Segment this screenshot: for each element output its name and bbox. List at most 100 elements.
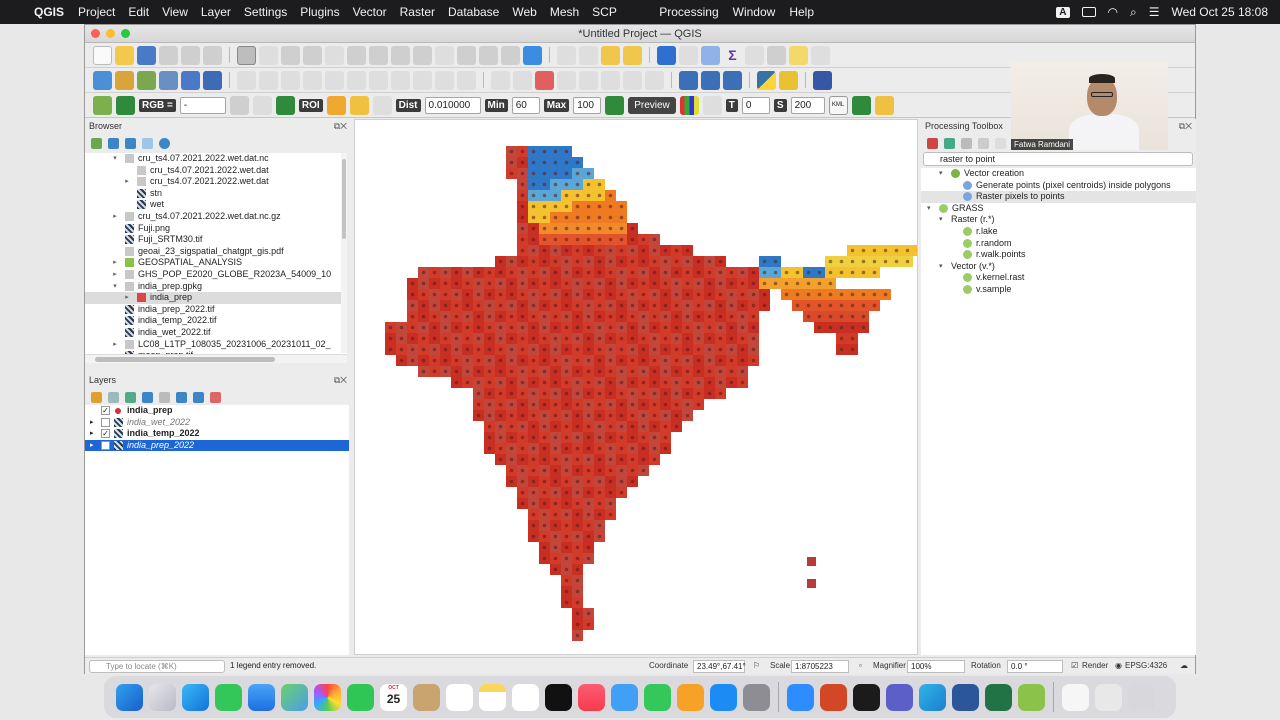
layer-style-icon[interactable] (91, 391, 102, 403)
browser-item[interactable]: ▸ india_prep (85, 292, 347, 304)
roi-redo-icon[interactable] (372, 95, 392, 115)
text-annotation-icon[interactable] (767, 45, 786, 65)
apple-tv-icon[interactable] (545, 683, 572, 711)
layer-visibility-checkbox[interactable]: ✓ (101, 406, 110, 415)
menu-scp[interactable]: SCP (592, 5, 617, 19)
browser-item[interactable]: ▸ cru_ts4.07.2021.2022.wet.dat.nc.gz (85, 211, 347, 223)
paste-icon[interactable] (413, 70, 432, 90)
control-center-icon[interactable]: ☰ (1149, 5, 1160, 19)
system-settings-icon[interactable] (743, 683, 770, 711)
music-icon[interactable] (578, 683, 605, 711)
edit-features-icon[interactable] (995, 137, 1006, 149)
facetime-icon[interactable] (347, 683, 374, 711)
web-service-icon[interactable] (701, 70, 720, 90)
expand-arrow-icon[interactable]: ▸ (111, 211, 119, 223)
toggle-editing-icon[interactable] (237, 70, 256, 90)
messages-icon[interactable]: ☁ (1180, 661, 1188, 670)
mail-icon[interactable] (248, 683, 275, 711)
cut-icon[interactable] (369, 70, 388, 90)
expand-arrow-icon[interactable]: ▸ (123, 292, 131, 304)
label-tool-icon[interactable] (491, 70, 510, 90)
processing-item[interactable]: ▾ Vector (v.*) (921, 261, 1196, 273)
finder-icon[interactable] (116, 683, 143, 711)
add-wms-icon[interactable] (203, 70, 222, 90)
min-input[interactable]: 60 (511, 96, 540, 114)
collapse-all-icon[interactable] (142, 137, 153, 149)
rotation-spinbox[interactable]: 0.0 ° (1007, 660, 1063, 673)
browser-vertical-scrollbar[interactable] (341, 153, 347, 353)
expand-arrow-icon[interactable]: ▸ (90, 428, 94, 440)
menu-processing[interactable]: Processing (659, 5, 718, 19)
magnifier-spinbox[interactable]: 100% (907, 660, 965, 673)
lock-icon[interactable]: ▫ (859, 661, 862, 670)
kml-icon[interactable]: KML (828, 95, 848, 115)
scp-zoom-icon[interactable] (116, 95, 135, 115)
processing-item[interactable]: r.random (921, 238, 1196, 250)
redo-icon[interactable] (457, 70, 476, 90)
maps-icon[interactable] (281, 683, 308, 711)
map-tips-icon[interactable] (789, 45, 808, 65)
save-as-icon[interactable] (159, 45, 178, 65)
expand-arrow-icon[interactable]: ▾ (927, 203, 931, 215)
browser-item[interactable]: Fuji.png (85, 223, 347, 235)
t-input[interactable]: 0 (741, 96, 770, 114)
copy-icon[interactable] (391, 70, 410, 90)
print-layout-icon[interactable] (181, 45, 200, 65)
layer-visibility-checkbox[interactable] (101, 417, 110, 427)
app-menu[interactable]: QGIS (34, 5, 64, 19)
expand-arrow-icon[interactable]: ▾ (939, 261, 943, 273)
data-source-manager-icon[interactable] (93, 70, 112, 90)
layer-item[interactable]: ▸ ✓ india_temp_2022 (85, 428, 349, 440)
menu-view[interactable]: View (162, 5, 188, 19)
panel-float-close-icon[interactable]: ⧉✕ (334, 121, 347, 132)
processing-item[interactable]: r.lake (921, 226, 1196, 238)
battery-icon[interactable] (1081, 7, 1096, 17)
filter-icon[interactable] (125, 137, 136, 149)
pan-to-selection-icon[interactable] (259, 45, 278, 65)
minimize-window-button[interactable] (106, 29, 115, 38)
notes-icon[interactable] (479, 683, 506, 711)
photos-icon[interactable] (314, 683, 341, 711)
reminders-icon[interactable] (446, 683, 473, 711)
attribute-table-icon[interactable] (679, 45, 698, 65)
browser-item[interactable]: ▾ india_prep.gpkg (85, 281, 347, 293)
digitize-icon[interactable] (303, 70, 322, 90)
menu-project[interactable]: Project (78, 5, 115, 19)
browser-item[interactable]: ▸ cru_ts4.07.2021.2022.wet.dat (85, 176, 347, 188)
expand-arrow-icon[interactable]: ▸ (111, 339, 119, 351)
messages-icon[interactable] (215, 683, 242, 711)
processing-gear-icon[interactable] (701, 45, 720, 65)
temporal-icon[interactable] (501, 45, 520, 65)
help-icon[interactable] (813, 70, 832, 90)
map-canvas[interactable] (354, 119, 918, 655)
browser-item[interactable]: cru_ts4.07.2021.2022.wet.dat (85, 165, 347, 177)
zoom-icon[interactable] (787, 683, 814, 711)
panel-float-close-icon[interactable]: ⧉✕ (334, 375, 347, 386)
locator-input[interactable]: Type to locate (⌘K) (89, 660, 225, 673)
layer-visibility-checkbox[interactable] (101, 440, 110, 450)
vertex-tool-icon[interactable] (325, 70, 344, 90)
safari-icon[interactable] (182, 683, 209, 711)
menu-help[interactable]: Help (789, 5, 814, 19)
menu-settings[interactable]: Settings (244, 5, 287, 19)
preview-button[interactable]: Preview (628, 96, 676, 114)
max-input[interactable]: 100 (573, 96, 602, 114)
rgb-up-icon[interactable] (252, 95, 272, 115)
search-icon[interactable]: ⌕ (1130, 5, 1137, 20)
teams-icon[interactable] (886, 683, 913, 711)
zoom-layer-icon[interactable] (391, 45, 410, 65)
calendar-icon[interactable]: OCT 25 (380, 683, 407, 711)
expand-arrow-icon[interactable]: ▸ (111, 269, 119, 281)
filter-expression-icon[interactable] (159, 391, 170, 403)
scrollbar-thumb[interactable] (95, 357, 275, 362)
add-raster-icon[interactable] (159, 70, 178, 90)
crs-button[interactable]: EPSG:4326 (1125, 661, 1167, 670)
style-manager-icon[interactable] (203, 45, 222, 65)
menu-layer[interactable]: Layer (201, 5, 231, 19)
menu-edit[interactable]: Edit (128, 5, 149, 19)
rotate-label-icon[interactable] (579, 70, 598, 90)
numbers-icon[interactable] (644, 683, 671, 711)
info-icon[interactable] (159, 137, 170, 149)
roi-pointer-icon[interactable] (326, 95, 346, 115)
open-project-icon[interactable] (115, 45, 134, 65)
